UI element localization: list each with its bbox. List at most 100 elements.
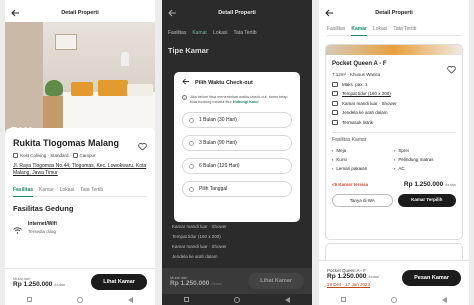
facility-item: Kursi (332, 157, 394, 162)
option-6-months[interactable]: 6 Bulan (120 Hari) (182, 158, 292, 174)
booking-bar: Mulai dari Rp 1.250.000 /bulan Lihat Kam… (162, 268, 312, 294)
building-icon (13, 153, 18, 159)
tab-tata-tertib[interactable]: Tata Tertib (393, 26, 416, 32)
info-note: i Jika belum bisa menentukan waktu check… (182, 95, 292, 105)
facility-item: AC (394, 166, 456, 171)
lightning-icon (332, 119, 338, 125)
facility-name: Internet/Wifi (28, 221, 57, 228)
modal-title: Pilih Waktu Check-out (195, 79, 253, 86)
back-nav-icon[interactable] (441, 296, 447, 303)
system-nav-bar (162, 294, 312, 305)
page-title: Detail Properti (218, 10, 256, 16)
person-icon (332, 81, 338, 87)
book-room-button[interactable]: Pesan Kamar (402, 269, 461, 286)
facility-item: Meja (332, 148, 394, 153)
radio-icon (189, 117, 194, 123)
shower-icon (332, 100, 338, 106)
screen-room-list: Detail Properti Fasilitas Kamar Lokasi T… (319, 0, 469, 305)
contact-us-link[interactable]: Hubungi Kami (233, 100, 259, 104)
selected-room-price: Rp 1.250.000 /bulan (327, 273, 380, 280)
radio-icon (189, 163, 194, 169)
bed-icon (332, 91, 338, 96)
tab-lokasi[interactable]: Lokasi (373, 26, 387, 32)
price-value: Rp 1.250.000 /bulan (170, 280, 223, 287)
room-facilities-title: Fasilitas Kamar (332, 137, 367, 144)
price-value: Rp 1.250.000 /bulan (13, 280, 66, 288)
tab-tata-tertib: Tata Tertib (233, 30, 257, 36)
tab-kamar[interactable]: Kamar (351, 26, 367, 36)
top-bar: Detail Properti (319, 4, 469, 22)
availability-badge: <5 Kamar tersisa (332, 182, 369, 188)
facility-status: Tersedia di/ag (28, 229, 57, 235)
spec-bathroom: Kamar mandi luar · Shower (332, 100, 456, 106)
tab-lokasi[interactable]: Lokasi (60, 187, 74, 193)
facility-item: Sprei (394, 148, 456, 153)
checkout-time-modal: Pilih Waktu Check-out i Jika belum bisa … (174, 72, 300, 222)
spec-row: Kamar mandi luar · Shower (172, 224, 227, 229)
window-icon (332, 110, 338, 115)
section-tabs: Fasilitas Kamar Lokasi Tata Tertib (13, 187, 147, 198)
option-pick-date[interactable]: Pilih Tanggal (182, 181, 292, 197)
room-price: Rp 1.250.000 /bulan (403, 181, 456, 189)
booking-bar: Pocket Queen A - F Rp 1.250.000 /bulan 1… (319, 260, 469, 294)
spec-row: Kamar mandi luar · Shower (172, 244, 227, 249)
spec-bed[interactable]: Tempat tidur (160 x 200) (332, 91, 456, 96)
home-icon[interactable] (390, 296, 397, 303)
booking-bar: Mulai dari Rp 1.250.000 /bulan Lihat Kam… (5, 268, 155, 294)
recent-apps-icon[interactable] (27, 297, 33, 302)
room-card[interactable]: Pocket Queen A - F 7.12m² · Khusus Wanit… (325, 44, 463, 240)
system-nav-bar (5, 294, 155, 305)
option-1-month[interactable]: 1 Bulan (30 Hari) (182, 112, 292, 128)
view-room-button[interactable]: Lihat Kamar (248, 273, 304, 289)
radio-icon (189, 186, 194, 192)
system-nav-bar (319, 294, 469, 305)
radio-icon (189, 140, 194, 146)
room-facilities-list: Meja Sprei Kursi Pelindung matras Lemari… (332, 148, 456, 171)
ask-whatsapp-button[interactable]: Tanya di WA (332, 194, 393, 208)
recent-apps-icon[interactable] (184, 297, 190, 302)
back-arrow-icon[interactable] (182, 78, 190, 87)
tab-fasilitas[interactable]: Fasilitas (13, 187, 34, 197)
section-tabs: Fasilitas Kamar Lokasi Tata Tertib (327, 26, 461, 36)
gender-type: Campur (72, 153, 96, 159)
top-bar: Detail Properti (5, 4, 155, 22)
top-bar: Detail Properti (162, 4, 312, 22)
view-room-button[interactable]: Lihat Kamar (91, 273, 147, 290)
room-selected-button[interactable]: Kamar Terpilih (397, 194, 456, 208)
home-icon[interactable] (76, 296, 83, 303)
favorite-heart-icon[interactable] (447, 61, 456, 74)
recent-apps-icon[interactable] (341, 297, 347, 302)
room-photo[interactable] (326, 45, 462, 55)
property-type: Kost Coliving · Standard (13, 153, 69, 159)
info-icon: i (182, 95, 187, 100)
spec-electricity: Termasuk listrik (332, 119, 456, 125)
screen-checkout-modal: Detail Properti Fasilitas Kamar Lokasi T… (162, 0, 312, 305)
spec-row: Tempat tidur (160 x 200) (172, 234, 221, 239)
page-title: Detail Properti (61, 10, 99, 16)
stay-dates-link[interactable]: 19 Des - 17 Jan 2023 (327, 282, 379, 287)
tab-lokasi: Lokasi (213, 30, 228, 36)
spec-max-pax: Maks. pax: 1 (332, 81, 456, 87)
next-room-card[interactable] (325, 243, 463, 261)
section-title-dimmed: Tipe Kamar (168, 46, 209, 55)
property-photo[interactable] (5, 22, 155, 134)
favorite-heart-icon[interactable] (138, 138, 147, 151)
home-icon[interactable] (233, 296, 240, 303)
room-size-gender: 7.12m² · Khusus Wanita (332, 72, 381, 77)
people-icon (72, 153, 78, 159)
back-nav-icon[interactable] (127, 296, 133, 303)
spec-row: Jendela ke arah dalam (172, 254, 218, 259)
back-nav-icon[interactable] (284, 296, 290, 303)
tab-tata-tertib[interactable]: Tata Tertib (80, 187, 103, 193)
tab-fasilitas[interactable]: Fasilitas (327, 26, 345, 32)
option-3-months[interactable]: 3 Bulan (90 Hari) (182, 135, 292, 151)
tab-kamar[interactable]: Kamar (39, 187, 54, 193)
section-title: Fasilitas Gedung (13, 204, 74, 214)
page-title: Detail Properti (375, 10, 413, 16)
wifi-icon (13, 221, 22, 235)
property-address[interactable]: Jl. Raya Tlogomas No.44, Tlogomas, Kec. … (13, 163, 147, 177)
facility-item: Lemari pakaian (332, 166, 394, 171)
tab-fasilitas: Fasilitas (168, 30, 187, 36)
facility-item: Internet/Wifi Tersedia di/ag (13, 221, 147, 234)
room-specs-dimmed: Kamar mandi luar · Shower Tempat tidur (… (172, 222, 227, 262)
